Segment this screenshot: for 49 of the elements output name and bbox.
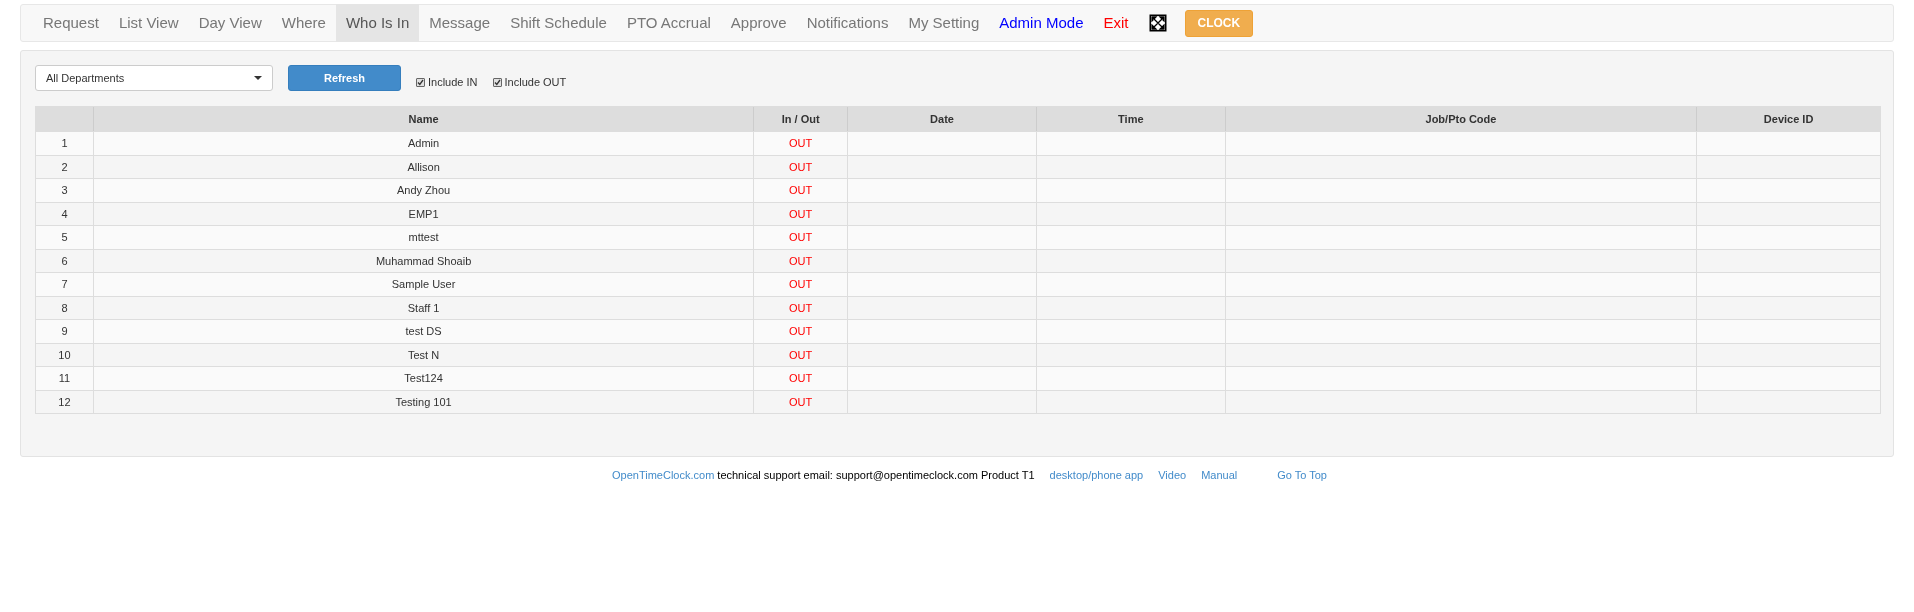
nav-tab[interactable]: Where: [271, 4, 336, 42]
nav-tab[interactable]: Shift Schedule: [500, 4, 617, 42]
nav-tab[interactable]: PTO Accrual: [616, 4, 721, 42]
table-cell: Test124: [93, 367, 755, 390]
checkbox-label: Include OUT: [504, 74, 567, 90]
table-cell: test DS: [93, 320, 755, 343]
table-cell: Sample User: [93, 273, 755, 296]
table-cell: 12: [36, 390, 94, 413]
nav-tab[interactable]: Request: [33, 4, 109, 42]
nav-tab[interactable]: My Setting: [898, 4, 990, 42]
table-cell: 9: [36, 320, 94, 343]
nav-tab[interactable]: Approve: [720, 4, 797, 42]
support-text: technical support email: support@opentimeclock.com Product T1: [717, 467, 1035, 483]
table-cell: 3: [36, 179, 94, 202]
status-cell: OUT: [754, 179, 849, 202]
status-cell: OUT: [754, 367, 849, 390]
nav-tab[interactable]: Who Is In: [335, 4, 420, 42]
table-cell: 1: [36, 132, 94, 155]
status-cell: OUT: [754, 132, 849, 155]
nav-tab[interactable]: Notifications: [796, 4, 899, 42]
table-cell: 11: [36, 367, 94, 390]
table-cell: mttest: [93, 226, 755, 249]
checkbox-label: Include IN: [428, 74, 478, 90]
site-link[interactable]: OpenTimeClock.com: [612, 466, 715, 484]
table-cell: 5: [36, 226, 94, 249]
go-to-top-link[interactable]: Go To Top: [1277, 466, 1327, 484]
footer-link[interactable]: desktop/phone app: [1049, 466, 1144, 484]
caret-icon: [254, 76, 262, 80]
table-cell: 7: [36, 273, 94, 296]
status-cell: OUT: [754, 273, 849, 296]
table-cell: Admin: [93, 132, 755, 155]
nav-tab[interactable]: Message: [419, 4, 501, 42]
include-checkbox[interactable]: [492, 77, 502, 87]
department-select[interactable]: All Departments: [35, 65, 273, 91]
status-cell: OUT: [754, 226, 849, 249]
fullscreen-icon[interactable]: [1148, 14, 1167, 32]
nav-tab[interactable]: Day View: [188, 4, 272, 42]
admin-mode-link[interactable]: Admin Mode: [989, 4, 1094, 42]
column-header: Device ID: [1762, 111, 1815, 127]
table-cell: Andy Zhou: [93, 179, 755, 202]
status-cell: OUT: [754, 320, 849, 343]
status-cell: OUT: [754, 390, 849, 413]
nav-tab[interactable]: List View: [108, 4, 189, 42]
footer-link[interactable]: Video: [1158, 466, 1187, 484]
footer-link[interactable]: Manual: [1201, 466, 1238, 484]
table-cell: Testing 101: [93, 390, 755, 413]
refresh-button[interactable]: Refresh: [288, 65, 401, 91]
include-checkbox[interactable]: [416, 77, 425, 87]
exit-link[interactable]: Exit: [1093, 4, 1139, 42]
